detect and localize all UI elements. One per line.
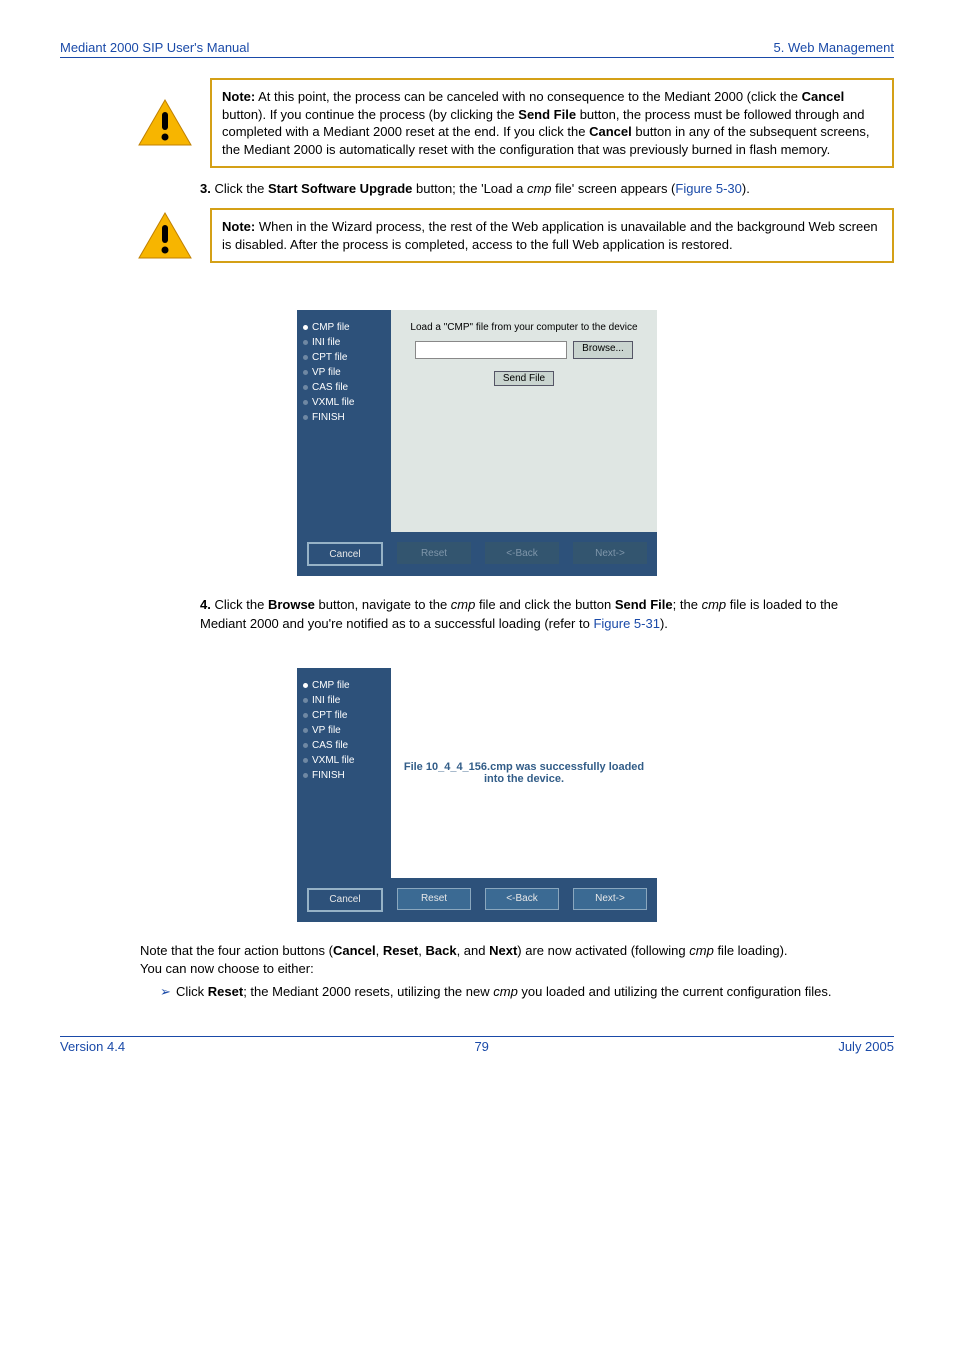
cancel-button[interactable]: Cancel xyxy=(307,542,383,566)
reset-button[interactable]: Reset xyxy=(397,542,471,564)
warn1-text: At this point, the process can be cancel… xyxy=(222,89,870,157)
wizard-success-message: File 10_4_4_156.cmp was successfully loa… xyxy=(391,668,657,878)
warning-icon xyxy=(120,208,210,263)
figure-link-5-30[interactable]: Figure 5-30 xyxy=(675,181,741,196)
figure-5-30-caption: Figure 5-30: Load a cmp File Screen xyxy=(60,275,894,290)
wizard-instruction: Load a "CMP" file from your computer to … xyxy=(401,322,647,333)
wizard-sidebar: CMP file INI file CPT file VP file CAS f… xyxy=(297,668,391,878)
figure-link-5-31[interactable]: Figure 5-31 xyxy=(593,616,659,631)
send-file-button[interactable]: Send File xyxy=(494,371,554,386)
note-paragraph: Note that the four action buttons (Cance… xyxy=(140,942,884,978)
wizard-main-panel: Load a "CMP" file from your computer to … xyxy=(391,310,657,532)
figure-5-31: CMP file INI file CPT file VP file CAS f… xyxy=(297,668,657,922)
browse-button[interactable]: Browse... xyxy=(573,341,633,359)
next-button[interactable]: Next-> xyxy=(573,542,647,564)
cancel-button[interactable]: Cancel xyxy=(307,888,383,912)
file-path-input[interactable] xyxy=(415,341,567,359)
figure-5-31-caption: Figure 5-31: cmp File Successfully Loade… xyxy=(60,633,894,648)
back-button[interactable]: <-Back xyxy=(485,542,559,564)
warning-icon xyxy=(120,78,210,168)
page-header: Mediant 2000 SIP User's Manual 5. Web Ma… xyxy=(60,40,894,58)
bullet-arrow-icon: ➢ xyxy=(160,984,176,1000)
footer-left: Version 4.4 xyxy=(60,1039,125,1054)
wizard-footer: Cancel Reset <-Back Next-> xyxy=(297,878,657,922)
wizard-sidebar: CMP file INI file CPT file VP file CAS f… xyxy=(297,310,391,532)
step-4: 4. Click the Browse button, navigate to … xyxy=(200,596,884,632)
figure-5-30: CMP file INI file CPT file VP file CAS f… xyxy=(297,310,657,576)
bullet-item: ➢ Click Reset; the Mediant 2000 resets, … xyxy=(160,984,894,1000)
wizard-footer: Cancel Reset <-Back Next-> xyxy=(297,532,657,576)
next-button[interactable]: Next-> xyxy=(573,888,647,910)
back-button[interactable]: <-Back xyxy=(485,888,559,910)
reset-button[interactable]: Reset xyxy=(397,888,471,910)
warn2-text: When in the Wizard process, the rest of … xyxy=(222,219,878,252)
note-label: Note: xyxy=(222,219,255,234)
page-footer: Version 4.4 79 July 2005 xyxy=(60,1036,894,1054)
header-left: Mediant 2000 SIP User's Manual xyxy=(60,40,249,55)
footer-right: July 2005 xyxy=(838,1039,894,1054)
warning-box-1: Note: At this point, the process can be … xyxy=(120,78,894,168)
warning-box-2: Note: When in the Wizard process, the re… xyxy=(120,208,894,263)
step-3: 3. Click the Start Software Upgrade butt… xyxy=(200,180,884,198)
note-label: Note: xyxy=(222,89,255,104)
header-right: 5. Web Management xyxy=(774,40,894,55)
footer-page: 79 xyxy=(474,1039,488,1054)
